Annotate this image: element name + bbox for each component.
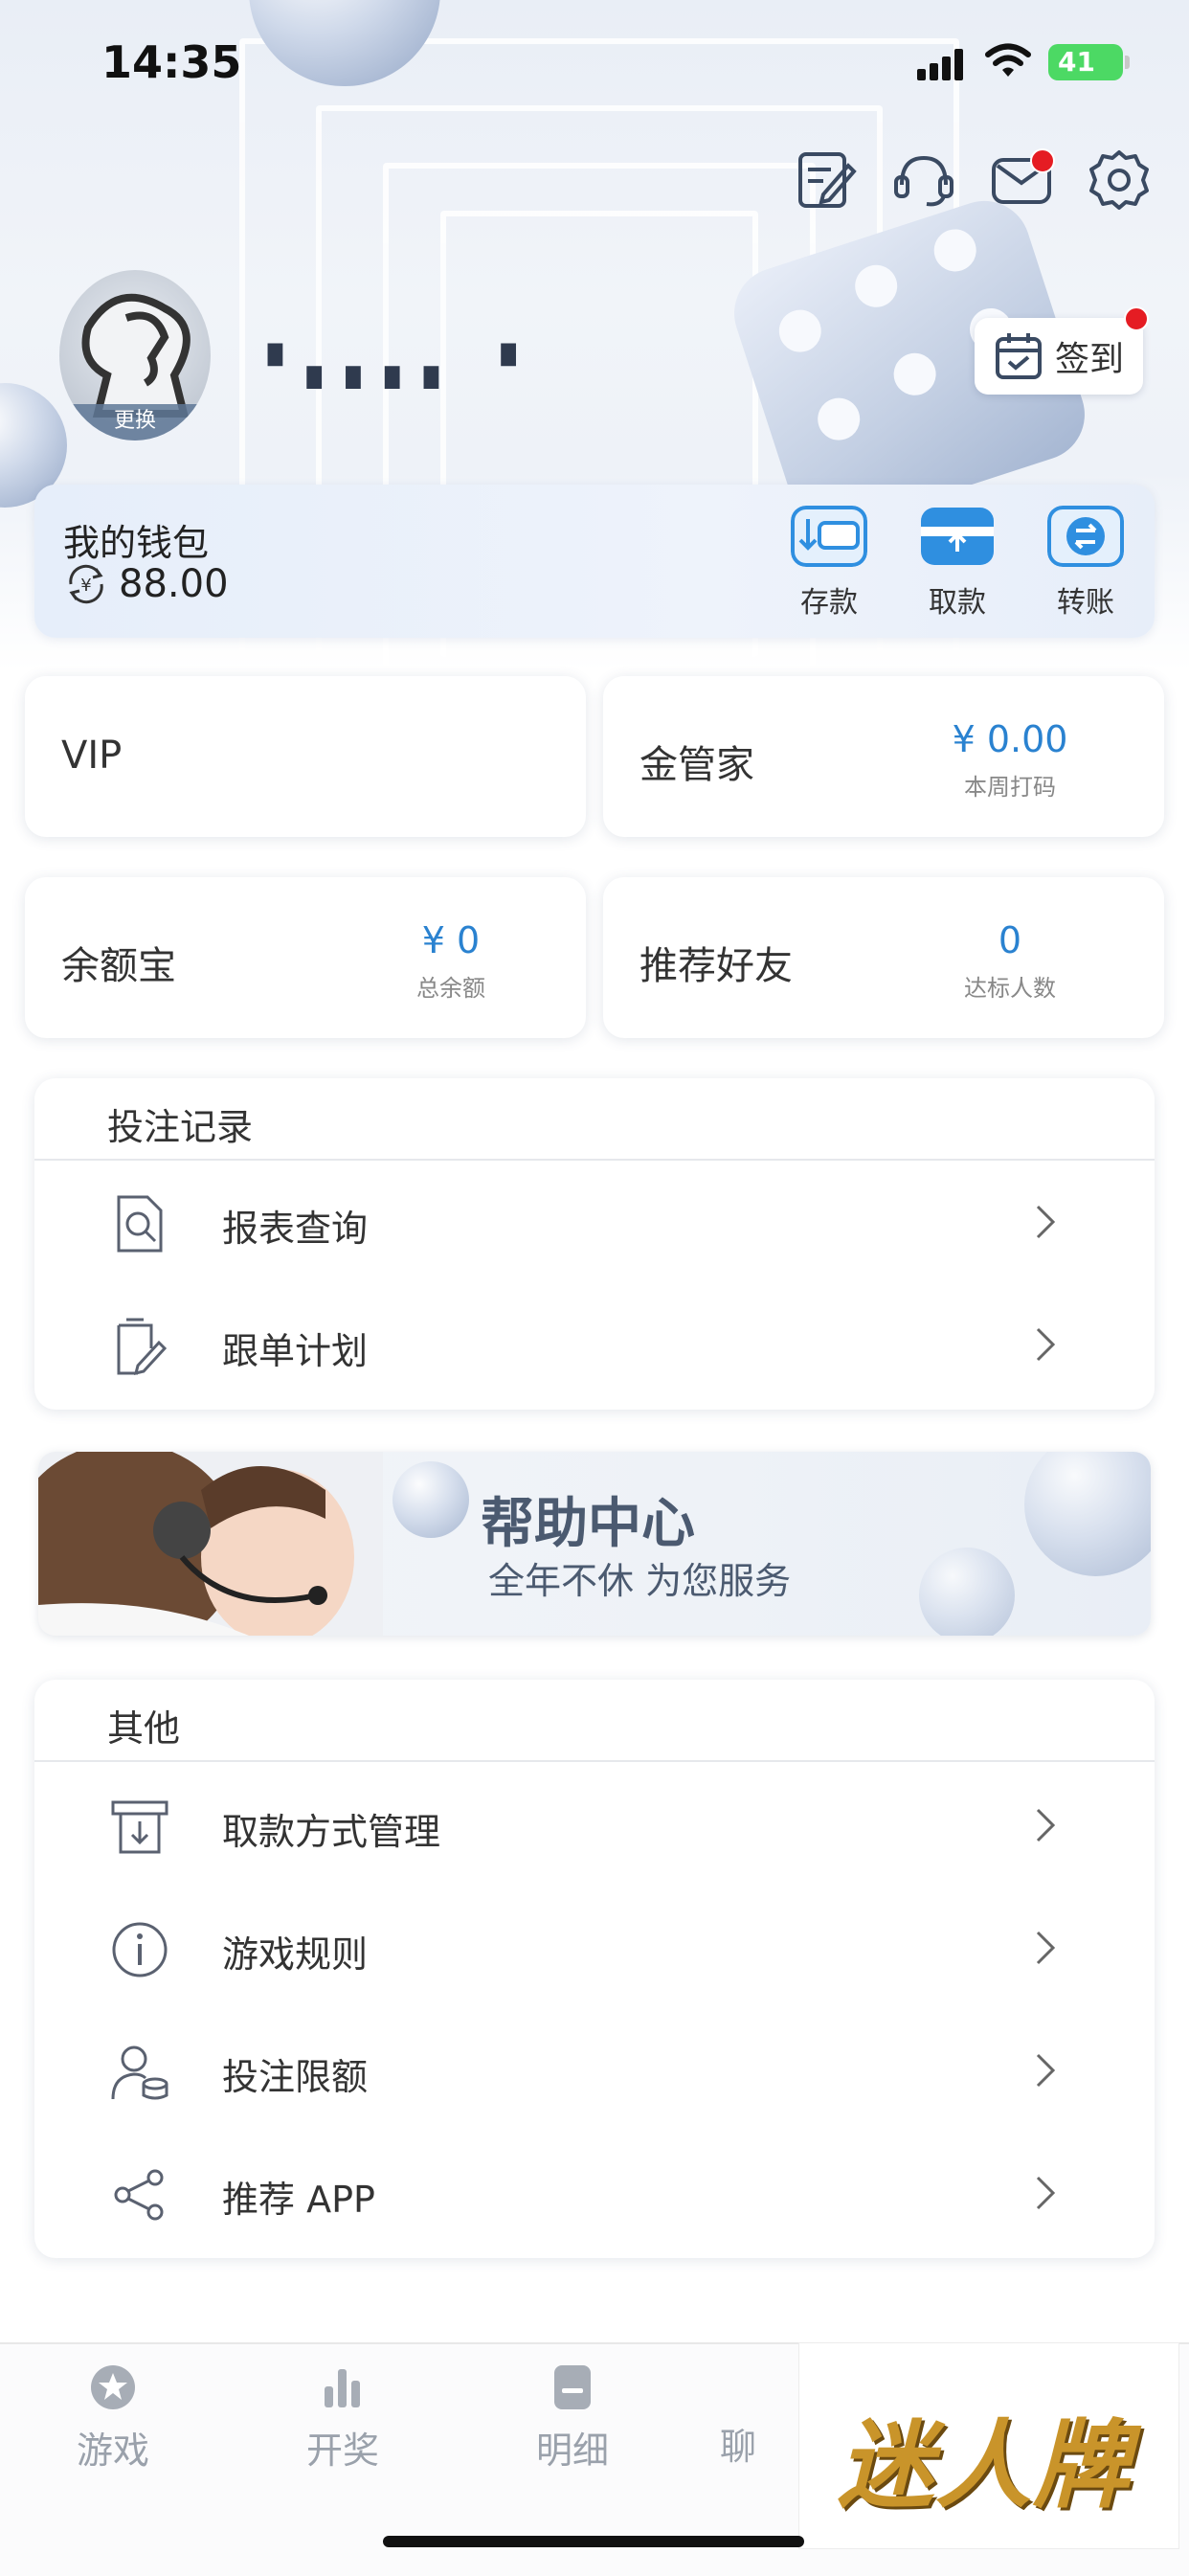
checkin-label: 签到 [1054, 340, 1124, 379]
balance-bao-value: ¥ 0 [421, 919, 481, 961]
draw-chart-icon [325, 2369, 360, 2407]
customer-service-icon[interactable] [892, 148, 955, 212]
tab-draw[interactable]: 开奖 [266, 2363, 419, 2474]
menu-item-label: 游戏规则 [222, 1933, 369, 1976]
deposit-icon [791, 506, 867, 567]
chat-icon [720, 2363, 768, 2411]
chevron-right-icon [1036, 2053, 1056, 2088]
withdraw-method-icon [111, 1800, 168, 1854]
watermark-logo-text: 迷人牌 [838, 2409, 1131, 2521]
chevron-right-icon [1036, 1327, 1056, 1362]
withdraw-label: 取款 [929, 586, 986, 620]
menu-item-label: 跟单计划 [222, 1330, 369, 1372]
menu-item-label: 取款方式管理 [222, 1811, 441, 1853]
username: ▘▖▖▖▖ ▝ [268, 345, 526, 389]
tab-chat[interactable]: 聊 [720, 2363, 796, 2470]
tab-games[interactable]: 游戏 [36, 2363, 190, 2474]
wallet-title: 我的钱包 [63, 522, 210, 564]
wifi-icon [985, 43, 1031, 77]
info-icon [112, 1922, 168, 1977]
details-icon [554, 2365, 591, 2409]
chevron-right-icon [1036, 1808, 1056, 1842]
help-center-subtitle: 全年不休 为您服务 [488, 1560, 792, 1602]
battery-level: 41 [1058, 46, 1095, 78]
watermark-logo: 迷人牌 [798, 2342, 1179, 2549]
battery-icon: 41 [1048, 44, 1130, 80]
transfer-icon [1047, 506, 1124, 567]
menu-item-game-rules[interactable]: 游戏规则 [34, 1888, 1155, 2011]
balance-bao-sub: 总余额 [416, 975, 485, 1002]
svg-text:¥: ¥ [80, 576, 91, 596]
deposit-button[interactable]: 存款 [781, 506, 877, 621]
share-icon [114, 2169, 164, 2221]
tab-label: 明细 [535, 2429, 609, 2472]
help-center-title: 帮助中心 [481, 1493, 695, 1555]
messages-button[interactable] [990, 148, 1055, 212]
tab-label: 开奖 [305, 2429, 379, 2472]
wallet-balance: ¥ 88.00 [63, 561, 229, 607]
unread-badge [1030, 148, 1055, 173]
menu-item-label: 报表查询 [222, 1208, 369, 1250]
vip-card[interactable]: VIP [25, 676, 586, 837]
home-indicator[interactable] [383, 2536, 804, 2547]
chevron-right-icon [1036, 1205, 1056, 1239]
tab-label: 游戏 [76, 2429, 149, 2472]
calendar-check-icon [995, 333, 1042, 379]
report-search-icon [117, 1195, 163, 1253]
tab-details[interactable]: 明细 [496, 2363, 649, 2474]
follow-plan-icon [117, 1318, 168, 1376]
menu-item-label: 推荐 APP [222, 2179, 375, 2221]
chevron-right-icon [1036, 2176, 1056, 2210]
bet-limit-icon [111, 2045, 168, 2100]
transfer-label: 转账 [1057, 586, 1114, 620]
cellular-signal-icon [917, 48, 963, 80]
referral-card[interactable]: 推荐好友 0 达标人数 [603, 877, 1164, 1038]
menu-item-withdraw-method[interactable]: 取款方式管理 [34, 1766, 1155, 1888]
checkin-badge [1124, 306, 1149, 331]
section-divider [34, 1760, 1155, 1762]
status-time: 14:35 [101, 36, 242, 88]
menu-item-label: 投注限额 [222, 2056, 369, 2098]
other-section-title: 其他 [107, 1707, 181, 1750]
tab-label: 聊 [720, 2426, 757, 2468]
section-divider [34, 1159, 1155, 1161]
balance-bao-card[interactable]: 余额宝 ¥ 0 总余额 [25, 877, 586, 1038]
withdraw-button[interactable]: 取款 [909, 506, 1005, 621]
refresh-yuan-icon[interactable]: ¥ [63, 561, 109, 607]
games-icon [91, 2365, 135, 2409]
gear-icon[interactable] [1088, 148, 1151, 212]
wallet-panel: 我的钱包 ¥ 88.00 存款 取款 转账 [34, 485, 1155, 638]
vip-card-title: VIP [61, 734, 123, 778]
customer-service-agent-image [38, 1452, 383, 1636]
butler-card-title: 金管家 [639, 743, 754, 787]
referral-card-sub: 达标人数 [964, 975, 1056, 1002]
menu-item-bet-limit[interactable]: 投注限额 [34, 2011, 1155, 2134]
avatar-change-label[interactable]: 更换 [59, 404, 211, 441]
wallet-amount: 88.00 [119, 562, 229, 606]
menu-item-recommend-app[interactable]: 推荐 APP [34, 2134, 1155, 2256]
butler-card-sub: 本周打码 [964, 774, 1056, 801]
help-center-banner[interactable]: 帮助中心 全年不休 为您服务 [38, 1452, 1151, 1636]
other-section: 其他 取款方式管理 游戏规则 投注限额 推荐 APP [34, 1680, 1155, 2258]
butler-card[interactable]: 金管家 ¥ 0.00 本周打码 [603, 676, 1164, 837]
referral-card-title: 推荐好友 [639, 944, 793, 988]
transfer-button[interactable]: 转账 [1038, 506, 1133, 621]
menu-item-report[interactable]: 报表查询 [34, 1163, 1155, 1285]
bets-section-title: 投注记录 [107, 1106, 254, 1148]
bets-section: 投注记录 报表查询 跟单计划 [34, 1078, 1155, 1410]
edit-note-icon[interactable] [795, 148, 858, 212]
deposit-label: 存款 [800, 586, 858, 620]
menu-item-follow-plan[interactable]: 跟单计划 [34, 1285, 1155, 1408]
butler-card-value: ¥ 0.00 [952, 718, 1068, 760]
withdraw-icon [921, 508, 994, 565]
checkin-button[interactable]: 签到 [975, 306, 1149, 395]
chevron-right-icon [1036, 1931, 1056, 1965]
referral-card-value: 0 [998, 919, 1022, 961]
balance-bao-title: 余额宝 [61, 944, 176, 988]
avatar[interactable]: 更换 [59, 270, 211, 441]
